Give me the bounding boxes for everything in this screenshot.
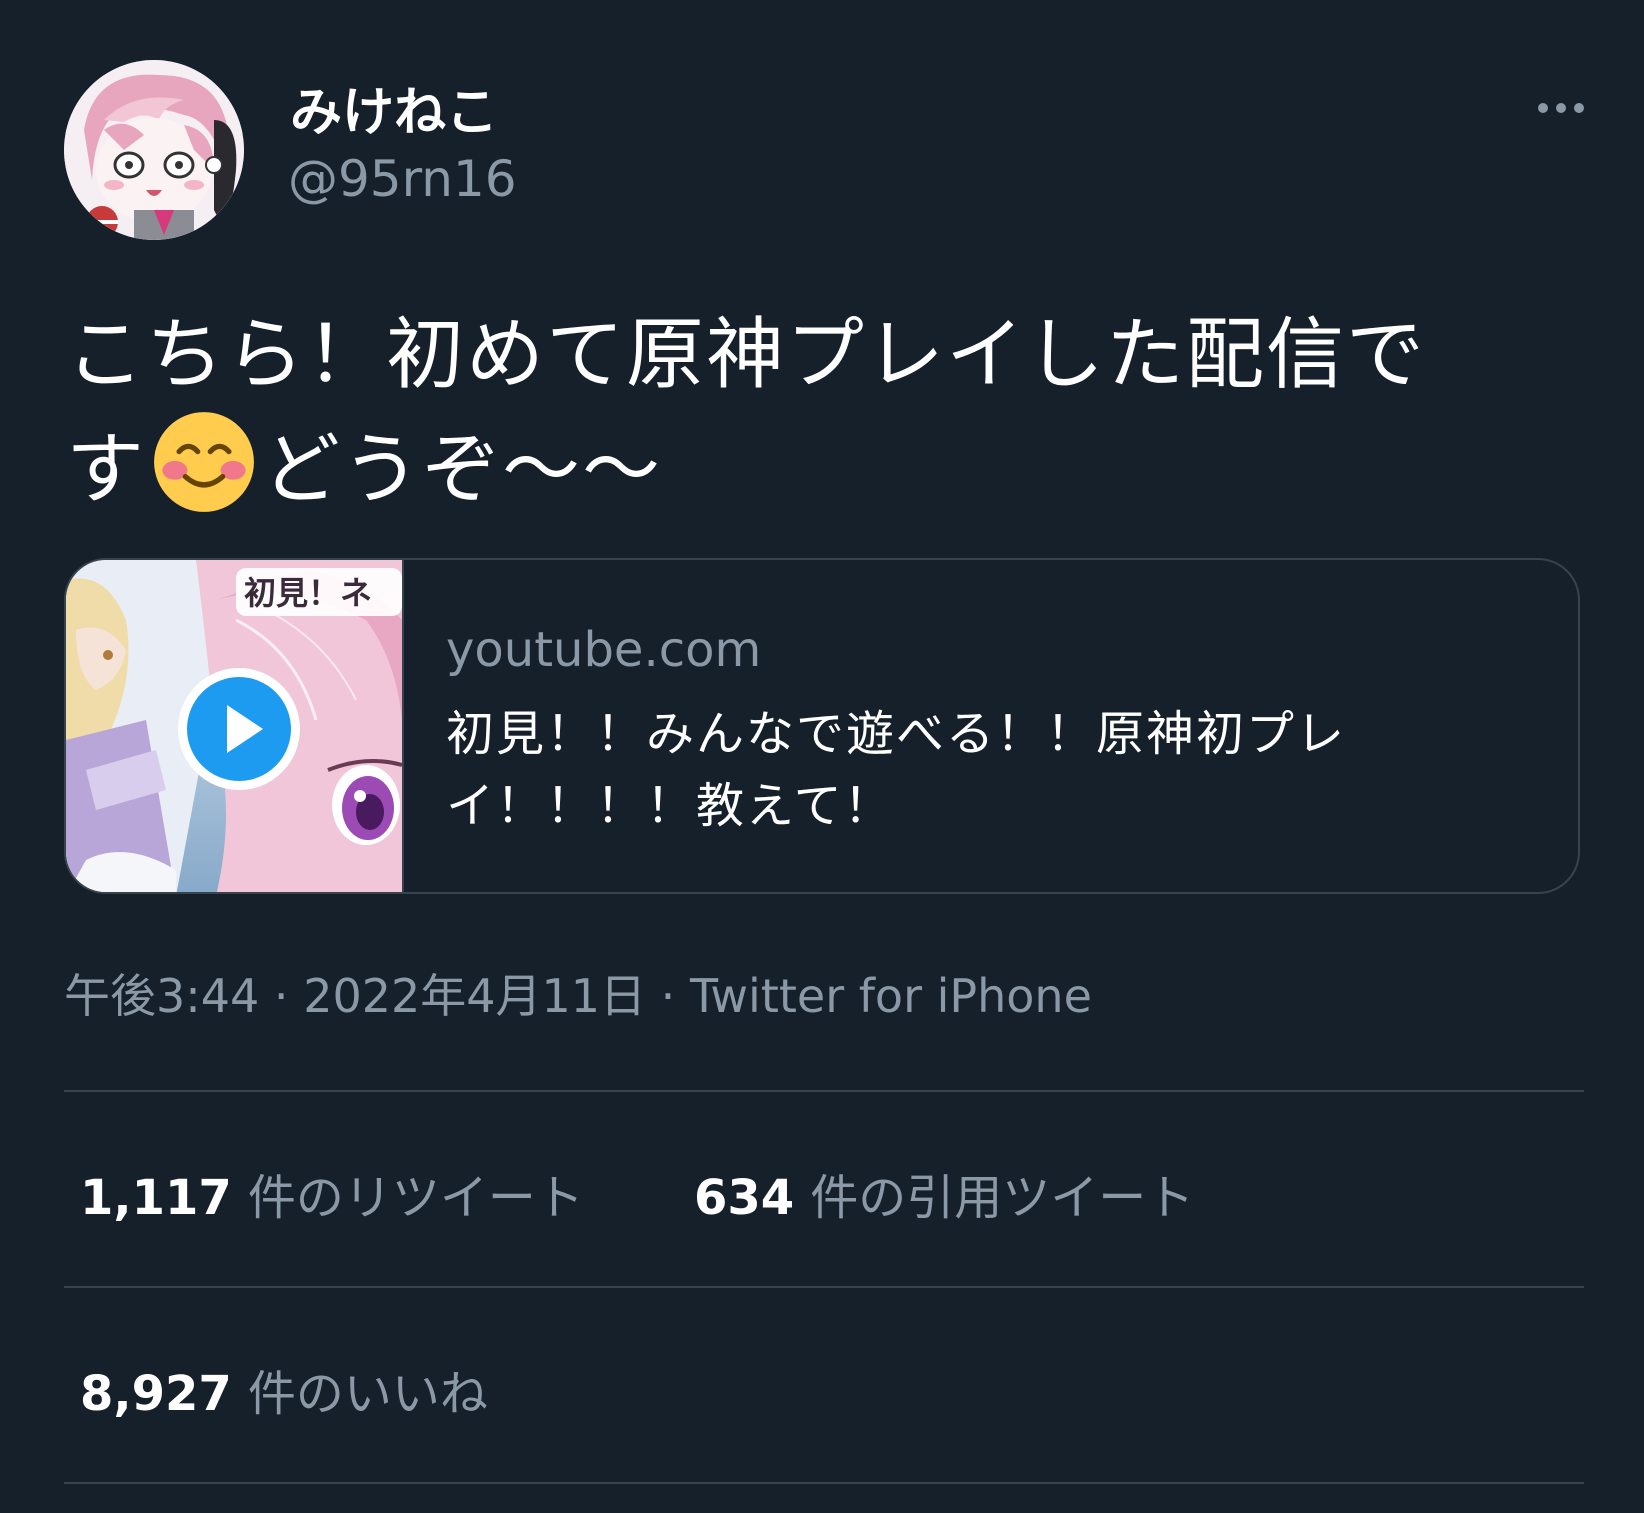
retweets-stat[interactable]: 1,117 件のリツイート <box>80 1158 584 1228</box>
divider <box>64 1286 1584 1288</box>
avatar[interactable] <box>64 60 244 240</box>
divider <box>64 1090 1584 1092</box>
card-domain: youtube.com <box>446 622 762 678</box>
thumbnail-caption: 初見！ネ <box>244 574 372 612</box>
quotes-stat[interactable]: 634 件の引用ツイート <box>694 1158 1194 1228</box>
likes-count: 8,927 <box>80 1366 232 1422</box>
link-card[interactable]: 初見！ネ youtube.com 初見！！みんなで遊べる！！原神初プレイ！！！！… <box>64 558 1580 894</box>
card-title: 初見！！みんなで遊べる！！原神初プレイ！！！！教えて！ <box>446 706 1347 834</box>
tweet-text-segment: どうぞ〜〜 <box>262 425 663 515</box>
smiling-face-with-blush-emoji <box>154 412 254 512</box>
tweet-time[interactable]: 午後3:44 <box>64 969 259 1023</box>
video-thumbnail[interactable]: 初見！ネ <box>66 560 404 892</box>
likes-stat[interactable]: 8,927 件のいいね <box>80 1354 488 1424</box>
play-button[interactable] <box>178 668 300 790</box>
tweet-meta: 午後3:44 · 2022年4月11日 · Twitter for iPhone <box>64 960 1092 1026</box>
tweet-text: こちら！初めて原神プレイした配信で す どうぞ〜〜 <box>66 300 1566 525</box>
tweet-text-line1: こちら！初めて原神プレイした配信で <box>66 310 1427 400</box>
meta-separator: · <box>259 969 304 1023</box>
divider <box>64 1482 1584 1484</box>
quotes-count: 634 <box>694 1170 795 1226</box>
more-dot <box>1538 103 1548 113</box>
user-handle[interactable]: @95rn16 <box>288 150 517 208</box>
retweets-count: 1,117 <box>80 1170 232 1226</box>
tweet-date[interactable]: 2022年4月11日 <box>303 969 646 1023</box>
quotes-label: 件の引用ツイート <box>810 1170 1195 1226</box>
play-icon <box>187 677 291 781</box>
tweet-text-segment: す <box>66 425 147 515</box>
retweets-label: 件のリツイート <box>247 1170 584 1226</box>
more-options-icon[interactable] <box>1516 90 1606 126</box>
likes-label: 件のいいね <box>247 1366 488 1422</box>
tweet-detail: みけねこ @95rn16 こちら！初めて原神プレイした配信で す どうぞ〜〜 初… <box>0 0 1644 1513</box>
more-dot <box>1556 103 1566 113</box>
more-dot <box>1574 103 1584 113</box>
avatar-image <box>64 60 244 240</box>
display-name[interactable]: みけねこ <box>290 70 498 145</box>
tweet-source[interactable]: Twitter for iPhone <box>690 969 1092 1023</box>
meta-separator: · <box>646 969 690 1023</box>
